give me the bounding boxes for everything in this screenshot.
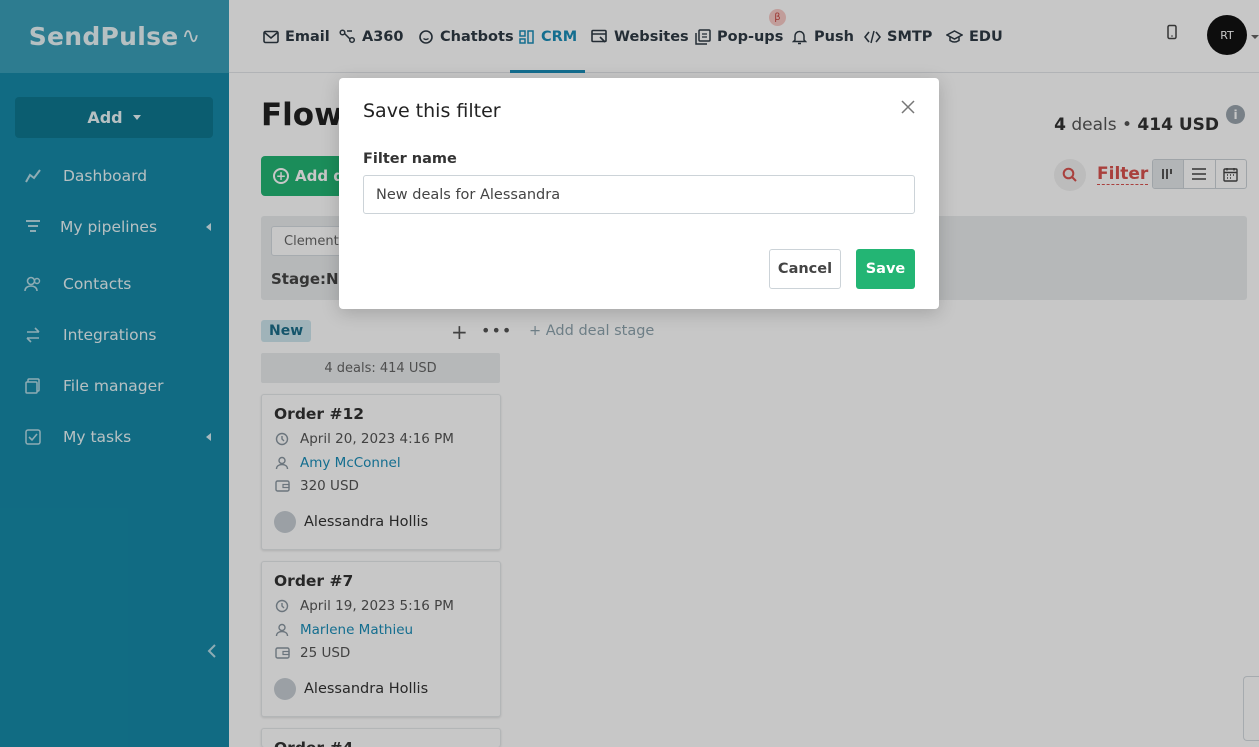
save-button[interactable]: Save: [856, 249, 915, 289]
filter-name-input[interactable]: [363, 175, 915, 214]
close-icon[interactable]: [900, 99, 916, 115]
save-filter-dialog: Save this filter Filter name Cancel Save: [339, 78, 939, 309]
cancel-button[interactable]: Cancel: [769, 249, 841, 289]
filter-name-label: Filter name: [363, 151, 457, 167]
dialog-title: Save this filter: [363, 100, 501, 122]
